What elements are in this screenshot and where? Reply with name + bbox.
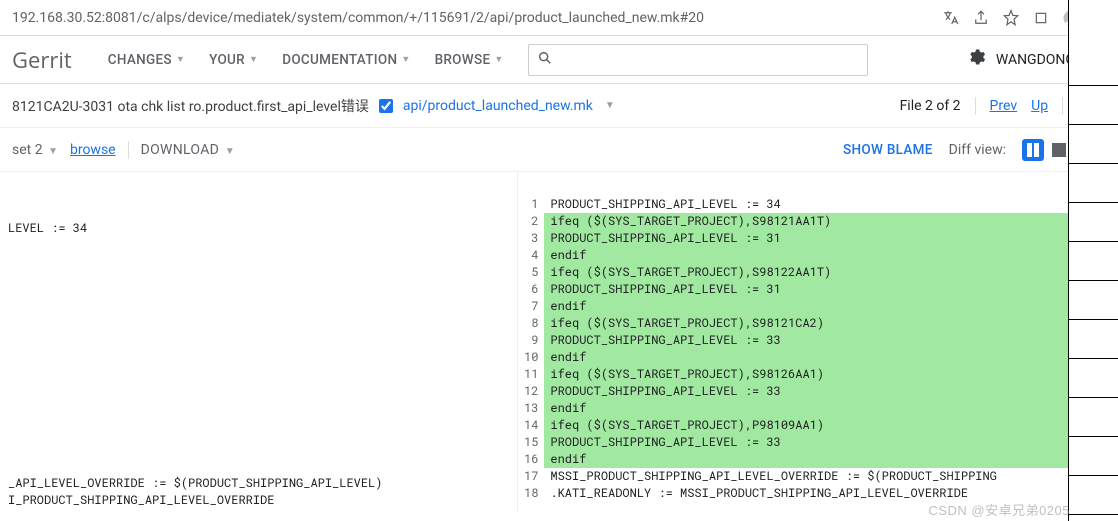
code-line[interactable]: PRODUCT_SHIPPING_API_LEVEL := 33 — [544, 434, 1118, 451]
download-menu[interactable]: DOWNLOAD ▼ — [141, 142, 236, 158]
diff-view-label: Diff view: — [949, 142, 1006, 158]
line-numbers: 123456789101112131415161718 — [518, 196, 544, 502]
change-title: 8121CA2U-3031 ota chk list ro.product.fi… — [12, 96, 369, 116]
code-line[interactable]: endif — [544, 247, 1118, 264]
chevron-down-icon: ▼ — [494, 54, 503, 65]
share-icon[interactable] — [972, 9, 990, 27]
left-diff-pane: LEVEL := 34 _API_LEVEL_OVERRIDE := $(PRO… — [0, 172, 518, 512]
gear-icon[interactable] — [966, 47, 986, 72]
browser-address-bar: 192.168.30.52:8081/c/alps/device/mediate… — [0, 0, 1118, 36]
search-box[interactable] — [528, 44, 868, 76]
code-line[interactable]: ifeq ($(SYS_TARGET_PROJECT),P98109AA1) — [544, 417, 1118, 434]
file-path-link[interactable]: api/product_launched_new.mk — [403, 98, 593, 114]
logo[interactable]: Gerrit — [12, 45, 72, 75]
code-line[interactable]: ifeq ($(SYS_TARGET_PROJECT),S98126AA1) — [544, 366, 1118, 383]
browse-link[interactable]: browse — [70, 142, 116, 158]
chevron-down-icon: ▼ — [48, 146, 58, 157]
side-strip — [1068, 0, 1118, 521]
star-icon[interactable] — [1002, 9, 1020, 27]
chevron-down-icon: ▼ — [401, 54, 410, 65]
code-line[interactable]: PRODUCT_SHIPPING_API_LEVEL := 33 — [544, 332, 1118, 349]
chevron-down-icon: ▼ — [225, 146, 235, 157]
nav-your[interactable]: YOUR▼ — [197, 52, 270, 68]
chevron-down-icon: ▼ — [176, 54, 185, 65]
code-line[interactable]: I_PRODUCT_SHIPPING_API_LEVEL_OVERRIDE — [0, 492, 517, 509]
patchset-label[interactable]: set 2 ▼ — [12, 142, 58, 158]
search-icon — [537, 50, 553, 70]
show-blame-button[interactable]: SHOW BLAME — [843, 142, 933, 158]
up-link[interactable]: Up — [1031, 98, 1048, 114]
code-line[interactable]: endif — [544, 400, 1118, 417]
nav-documentation[interactable]: DOCUMENTATION▼ — [270, 52, 422, 68]
top-nav: Gerrit CHANGES▼ YOUR▼ DOCUMENTATION▼ BRO… — [0, 36, 1118, 84]
reviewed-checkbox[interactable] — [379, 99, 393, 113]
code-line[interactable]: ifeq ($(SYS_TARGET_PROJECT),S98121CA2) — [544, 315, 1118, 332]
diff-view: LEVEL := 34 _API_LEVEL_OVERRIDE := $(PRO… — [0, 172, 1118, 512]
code-line[interactable]: endif — [544, 451, 1118, 468]
chevron-down-icon: ▼ — [249, 54, 258, 65]
translate-icon[interactable] — [942, 9, 960, 27]
code-line[interactable]: endif — [544, 298, 1118, 315]
right-diff-pane: File 123456789101112131415161718 PRODUCT… — [518, 172, 1118, 512]
code-line[interactable]: endif — [544, 349, 1118, 366]
code-line[interactable]: ifeq ($(SYS_TARGET_PROJECT),S98121AA1T) — [544, 213, 1118, 230]
nav-browse[interactable]: BROWSE▼ — [423, 52, 516, 68]
code-line[interactable]: PRODUCT_SHIPPING_API_LEVEL := 31 — [544, 281, 1118, 298]
change-subheader: 8121CA2U-3031 ota chk list ro.product.fi… — [0, 84, 1118, 128]
side-by-side-view-button[interactable] — [1022, 139, 1044, 161]
code-line[interactable]: PRODUCT_SHIPPING_API_LEVEL := 33 — [544, 383, 1118, 400]
unified-view-button[interactable] — [1048, 139, 1070, 161]
file-position: File 2 of 2 — [900, 98, 961, 114]
prev-file-link[interactable]: Prev — [990, 98, 1018, 114]
extension-icon[interactable] — [1032, 9, 1050, 27]
code-line[interactable]: .KATI_READONLY := MSSI_PRODUCT_SHIPPING_… — [544, 485, 1118, 502]
right-code: PRODUCT_SHIPPING_API_LEVEL := 34ifeq ($(… — [544, 196, 1118, 502]
nav-changes[interactable]: CHANGES▼ — [96, 52, 197, 68]
diff-toolbar: set 2 ▼ browse DOWNLOAD ▼ SHOW BLAME Dif… — [0, 128, 1118, 172]
chevron-down-icon[interactable]: ▼ — [605, 100, 615, 111]
code-line[interactable]: ifeq ($(SYS_TARGET_PROJECT),S98122AA1T) — [544, 264, 1118, 281]
url-text[interactable]: 192.168.30.52:8081/c/alps/device/mediate… — [8, 10, 934, 26]
code-line[interactable]: MSSI_PRODUCT_SHIPPING_API_LEVEL_OVERRIDE… — [544, 468, 1118, 485]
code-line[interactable]: LEVEL := 34 — [0, 220, 517, 237]
code-line[interactable]: PRODUCT_SHIPPING_API_LEVEL := 31 — [544, 230, 1118, 247]
code-line[interactable]: PRODUCT_SHIPPING_API_LEVEL := 34 — [544, 196, 1118, 213]
file-label: File — [518, 172, 1118, 196]
code-line[interactable]: _API_LEVEL_OVERRIDE := $(PRODUCT_SHIPPIN… — [0, 475, 517, 492]
